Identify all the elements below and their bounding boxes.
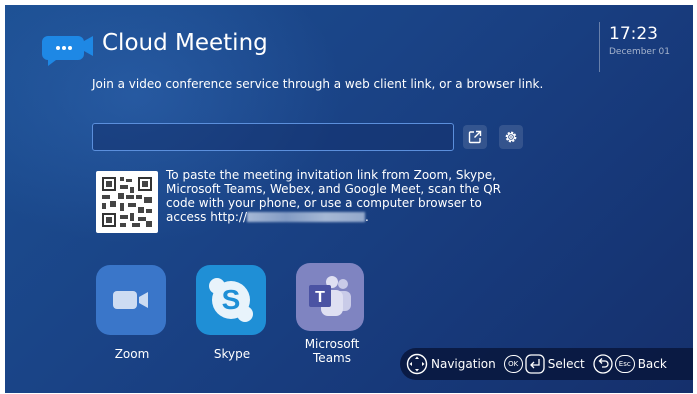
settings-button[interactable] <box>499 125 523 149</box>
back-label: Back <box>637 357 667 371</box>
app-label: Zoom <box>114 347 150 361</box>
navigation-label: Navigation <box>431 357 496 371</box>
skype-tile: S <box>196 265 266 335</box>
open-link-button[interactable] <box>463 125 487 149</box>
clock-date: December 01 <box>609 47 670 57</box>
zoom-icon <box>113 291 148 309</box>
app-microsoft-teams[interactable]: T Microsoft Teams <box>296 263 368 365</box>
svg-text:S: S <box>222 284 241 315</box>
enter-icon <box>525 354 545 374</box>
description-text: Join a video conference service through … <box>92 77 544 91</box>
teams-tile: T <box>296 263 364 331</box>
esc-key-icon: Esc <box>614 355 635 373</box>
app-skype[interactable]: S Skype <box>196 265 268 361</box>
meeting-link-input[interactable] <box>92 123 454 151</box>
navigation-hint-bar: Navigation OK Select Esc Back <box>400 348 693 380</box>
teams-icon: T <box>309 276 351 316</box>
select-hint: OK Select <box>503 354 585 374</box>
qr-instruction: To paste the meeting invitation link fro… <box>166 168 526 224</box>
app-zoom[interactable]: Zoom <box>96 265 168 361</box>
external-link-icon <box>468 130 482 144</box>
gear-icon <box>505 131 517 143</box>
navigation-hint: Navigation <box>406 353 496 375</box>
masked-address <box>247 212 366 222</box>
select-label: Select <box>547 357 585 371</box>
cloud-meeting-logo-icon <box>38 26 96 70</box>
skype-icon: S <box>209 278 253 322</box>
page-title: Cloud Meeting <box>102 30 268 56</box>
svg-text:T: T <box>315 289 325 306</box>
dpad-icon <box>406 353 428 375</box>
ok-key-icon: OK <box>503 355 523 373</box>
qr-instruction-end: . <box>365 210 369 224</box>
clock: 17:23 December 01 <box>599 22 670 72</box>
zoom-tile <box>96 265 166 335</box>
cloud-meeting-screen: Cloud Meeting 17:23 December 01 Join a v… <box>5 5 693 393</box>
app-label: Microsoft Teams <box>304 337 360 365</box>
back-icon <box>593 354 613 374</box>
app-label: Skype <box>213 347 251 361</box>
back-hint: Esc Back <box>593 354 667 374</box>
qr-code <box>96 171 158 233</box>
clock-time: 17:23 <box>609 24 658 44</box>
